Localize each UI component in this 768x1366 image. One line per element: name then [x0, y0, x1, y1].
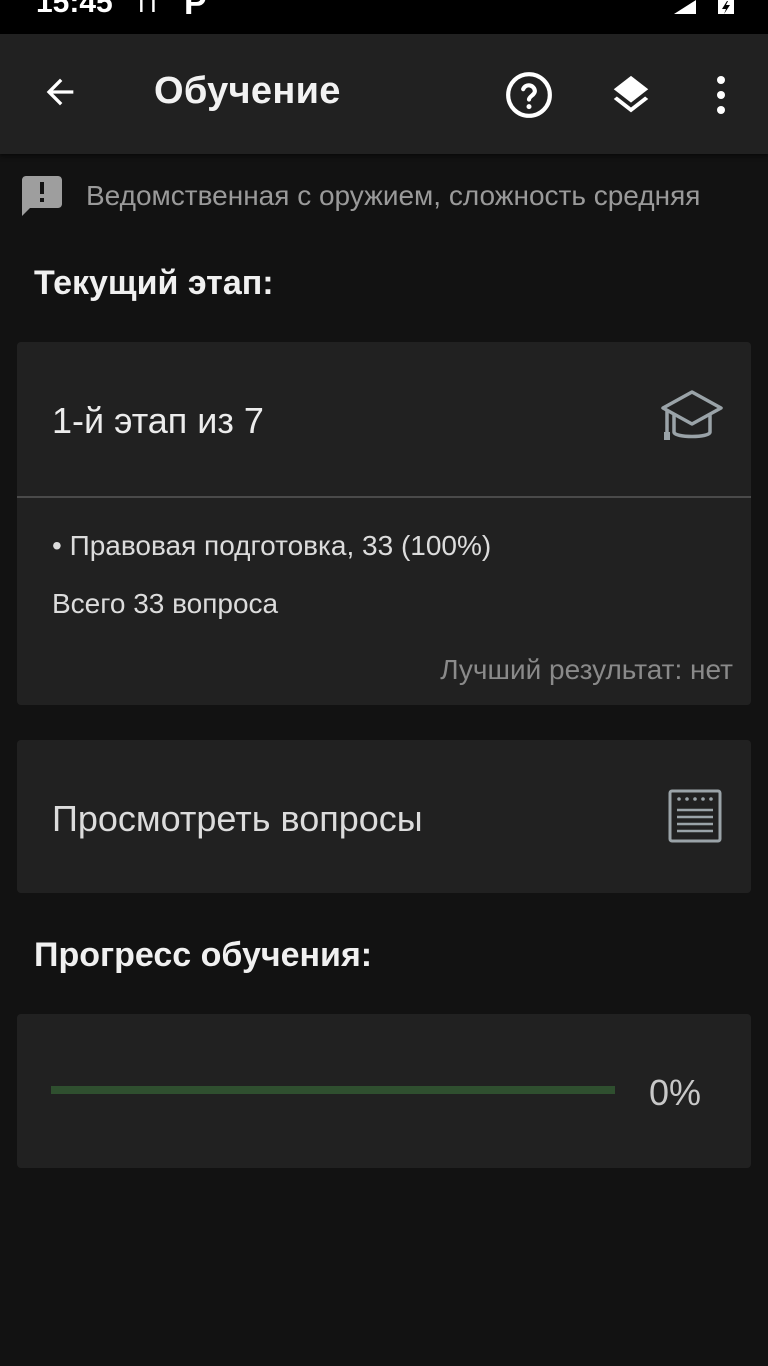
- app-notification-icon: P: [184, 0, 207, 22]
- layers-icon: [613, 75, 649, 113]
- back-button[interactable]: [26, 58, 94, 126]
- layers-button[interactable]: [596, 60, 666, 130]
- notification-icon: П: [138, 0, 157, 18]
- arrow-left-icon: [46, 78, 74, 106]
- stage-divider: [17, 496, 751, 498]
- stage-total-questions: Всего 33 вопроса: [52, 588, 279, 619]
- progress-card: 0%: [17, 1014, 751, 1168]
- overflow-menu-button[interactable]: [700, 60, 742, 130]
- signal-icon: [674, 0, 696, 14]
- document-list-icon: [668, 789, 722, 843]
- stage-topic-item: • Правовая подготовка, 33 (100%): [52, 530, 492, 561]
- current-stage-heading: Текущий этап:: [34, 264, 274, 302]
- more-vertical-icon: [717, 76, 725, 114]
- progress-value: 0%: [649, 1072, 702, 1113]
- stage-title: 1-й этап из 7: [52, 400, 264, 441]
- page-title: Обучение: [154, 70, 341, 112]
- status-bar: 15:45 П P: [0, 0, 768, 34]
- alert-message-icon: [22, 176, 62, 216]
- progress-bar: [51, 1086, 615, 1094]
- graduation-cap-icon: [661, 390, 723, 440]
- help-button[interactable]: [494, 60, 564, 130]
- battery-icon: [718, 0, 734, 14]
- stage-card[interactable]: 1-й этап из 7 • Правовая подготовка, 33 …: [17, 342, 751, 705]
- exam-info: Ведомственная с оружием, сложность средн…: [18, 172, 758, 224]
- stage-best-result: Лучший результат: нет: [440, 654, 733, 685]
- app-bar: Обучение: [0, 34, 768, 154]
- progress-heading: Прогресс обучения:: [34, 936, 373, 974]
- question-circle-icon: [506, 72, 552, 118]
- exam-info-text: Ведомственная с оружием, сложность средн…: [86, 180, 701, 211]
- status-time: 15:45: [36, 0, 113, 19]
- view-questions-label: Просмотреть вопросы: [52, 798, 423, 839]
- view-questions-button[interactable]: Просмотреть вопросы: [17, 740, 751, 893]
